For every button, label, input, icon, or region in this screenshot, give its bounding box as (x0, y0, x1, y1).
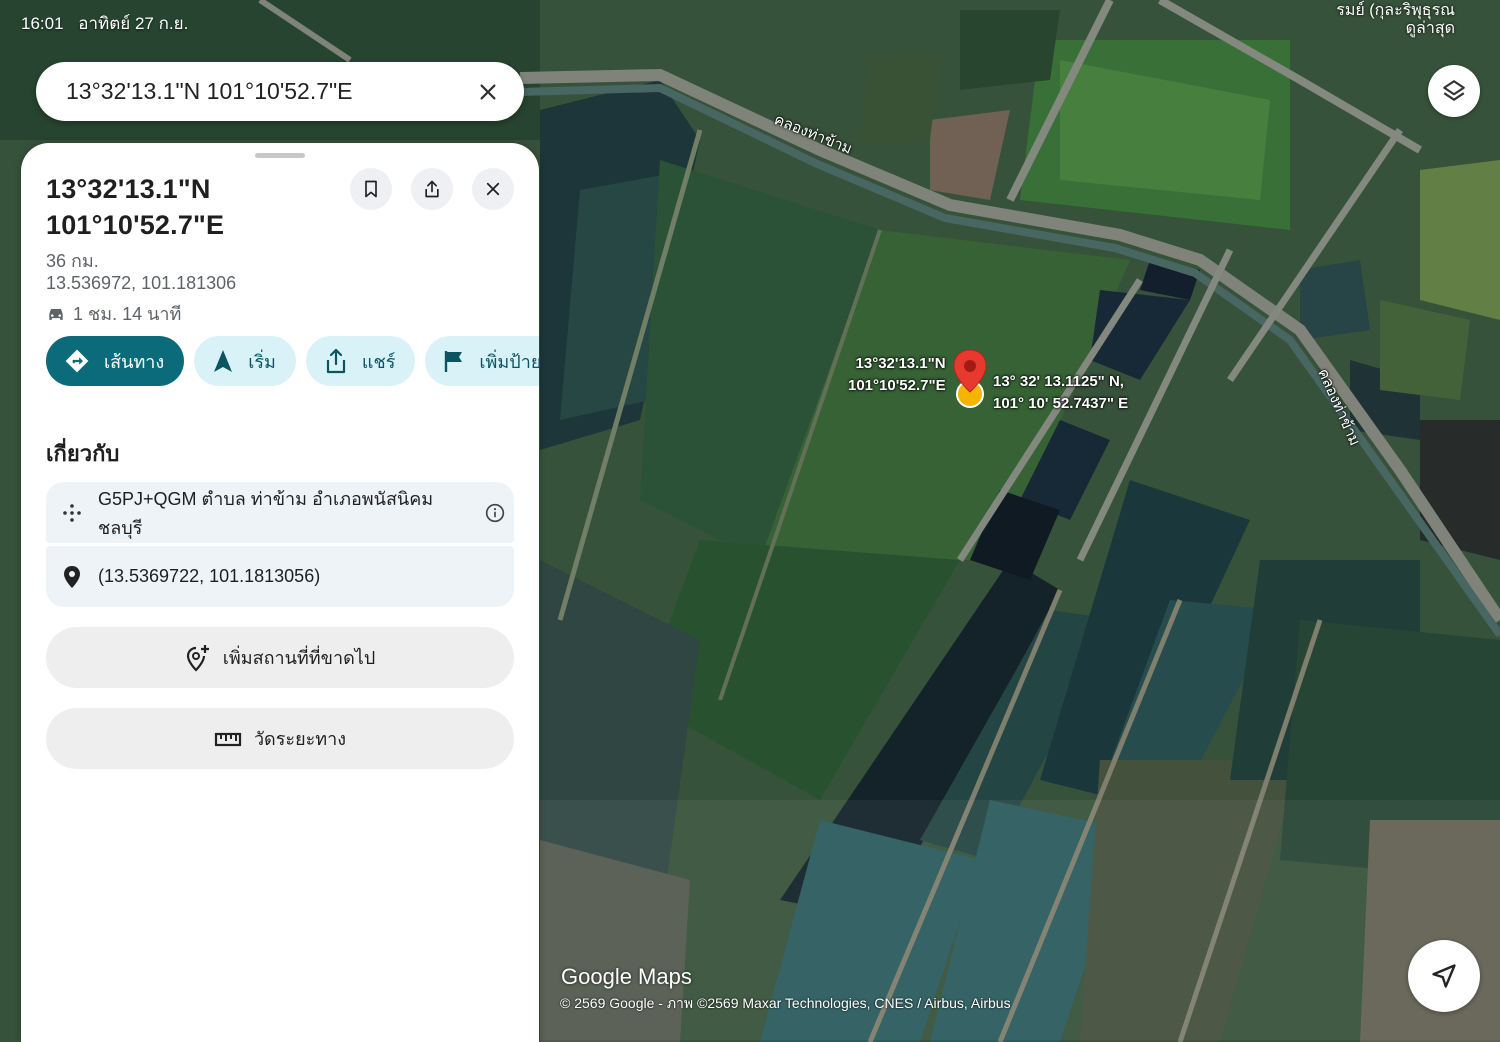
add-location-icon (185, 644, 211, 672)
distance-text: 36 กม. (46, 251, 99, 271)
search-bar[interactable]: 13°32'13.1"N 101°10'52.7"E (36, 62, 524, 121)
car-icon (49, 308, 63, 320)
pin-label-lat: 13°32'13.1"N (855, 355, 946, 372)
top-right-label: รมย์ (กุละริพุธุรณ ดูล่าสุด (1336, 2, 1455, 38)
status-time: 16:01 (21, 14, 64, 33)
directions-button[interactable]: เส้นทาง (46, 336, 185, 386)
close-panel-button[interactable] (472, 168, 514, 210)
coordinates-row[interactable]: (13.5369722, 101.1813056) (46, 546, 514, 607)
place-title: 13°32'13.1"N 101°10'52.7"E (46, 174, 225, 240)
decimal-coords: 13.536972, 101.181306 (46, 273, 237, 293)
share-icon (425, 180, 439, 198)
search-query[interactable]: 13°32'13.1"N 101°10'52.7"E (66, 78, 468, 105)
drive-time: 1 ชม. 14 นาที (73, 304, 182, 324)
close-icon (480, 83, 496, 100)
plus-code-row[interactable]: G5PJ+QGM ตำบล ท่าข้าม อำเภอพนัสนิคม ชลบุ… (46, 482, 514, 543)
clear-search-button[interactable] (468, 72, 508, 112)
start-button[interactable]: เริ่ม (194, 336, 296, 386)
map-pin-icon (46, 565, 98, 589)
place-panel: 13°32'13.1"N 101°10'52.7"E 36 กม. 13.536… (21, 143, 539, 1042)
status-date: อาทิตย์ 27 ก.ย. (78, 14, 189, 33)
start-label: เริ่ม (248, 351, 276, 372)
my-location-button[interactable] (1408, 940, 1480, 1012)
drag-handle[interactable] (255, 153, 305, 158)
status-bar: 16:01 อาทิตย์ 27 ก.ย. (21, 10, 198, 37)
copyright-text: © 2569 Google - ภาพ ©2569 Maxar Technolo… (560, 995, 1011, 1011)
plus-code-text: G5PJ+QGM ตำบล ท่าข้าม อำเภอพนัสนิคม ชลบุ… (98, 488, 434, 538)
coordinates-text: (13.5369722, 101.1813056) (98, 566, 321, 586)
share-top-button[interactable] (411, 168, 453, 210)
add-label-button[interactable]: เพิ่มป้ายกำกับ (425, 336, 539, 386)
add-label-label: เพิ่มป้ายกำกับ (479, 351, 539, 372)
dms-label-lat: 13° 32' 13.1125" N, (993, 373, 1124, 390)
top-right-place: รมย์ (กุละริพุธุรณ (1336, 2, 1455, 19)
navigation-arrow-icon (212, 349, 234, 373)
location-pin-icon[interactable] (950, 348, 990, 410)
ruler-icon (214, 730, 242, 748)
add-missing-place-label: เพิ่มสถานที่ที่ขาดไป (222, 648, 376, 668)
close-icon (486, 182, 500, 196)
directions-icon (64, 348, 90, 374)
add-missing-place-button[interactable]: เพิ่มสถานที่ที่ขาดไป (46, 627, 514, 688)
about-heading: เกี่ยวกับ (46, 441, 120, 466)
top-right-sub: ดูล่าสุด (1405, 20, 1455, 37)
pin-label: 13°32'13.1"N 101°10'52.7"E (848, 353, 946, 397)
action-chips: เส้นทาง เริ่ม แชร์ เพิ่มป้ายกำกับ (46, 336, 539, 386)
info-icon[interactable] (476, 503, 514, 523)
plus-code-icon (46, 502, 98, 524)
measure-distance-button[interactable]: วัดระยะทาง (46, 708, 514, 769)
share-icon (324, 348, 348, 374)
share-button[interactable]: แชร์ (305, 336, 416, 386)
layers-button[interactable] (1428, 65, 1480, 117)
flag-icon (443, 349, 465, 373)
save-button[interactable] (350, 168, 392, 210)
directions-label: เส้นทาง (104, 351, 165, 372)
measure-distance-label: วัดระยะทาง (253, 729, 347, 749)
google-maps-watermark: Google Maps (561, 964, 692, 989)
dms-label-lng: 101° 10' 52.7437" E (993, 395, 1129, 412)
dms-label: 13° 32' 13.1125" N, 101° 10' 52.7437" E (993, 371, 1128, 415)
bookmark-icon (365, 180, 377, 198)
drive-time-row: 1 ชม. 14 นาที (46, 299, 181, 328)
pin-label-lng: 101°10'52.7"E (848, 377, 946, 394)
share-label: แชร์ (361, 351, 396, 372)
navigation-arrow-icon (1432, 964, 1456, 988)
layers-icon (1443, 80, 1465, 101)
